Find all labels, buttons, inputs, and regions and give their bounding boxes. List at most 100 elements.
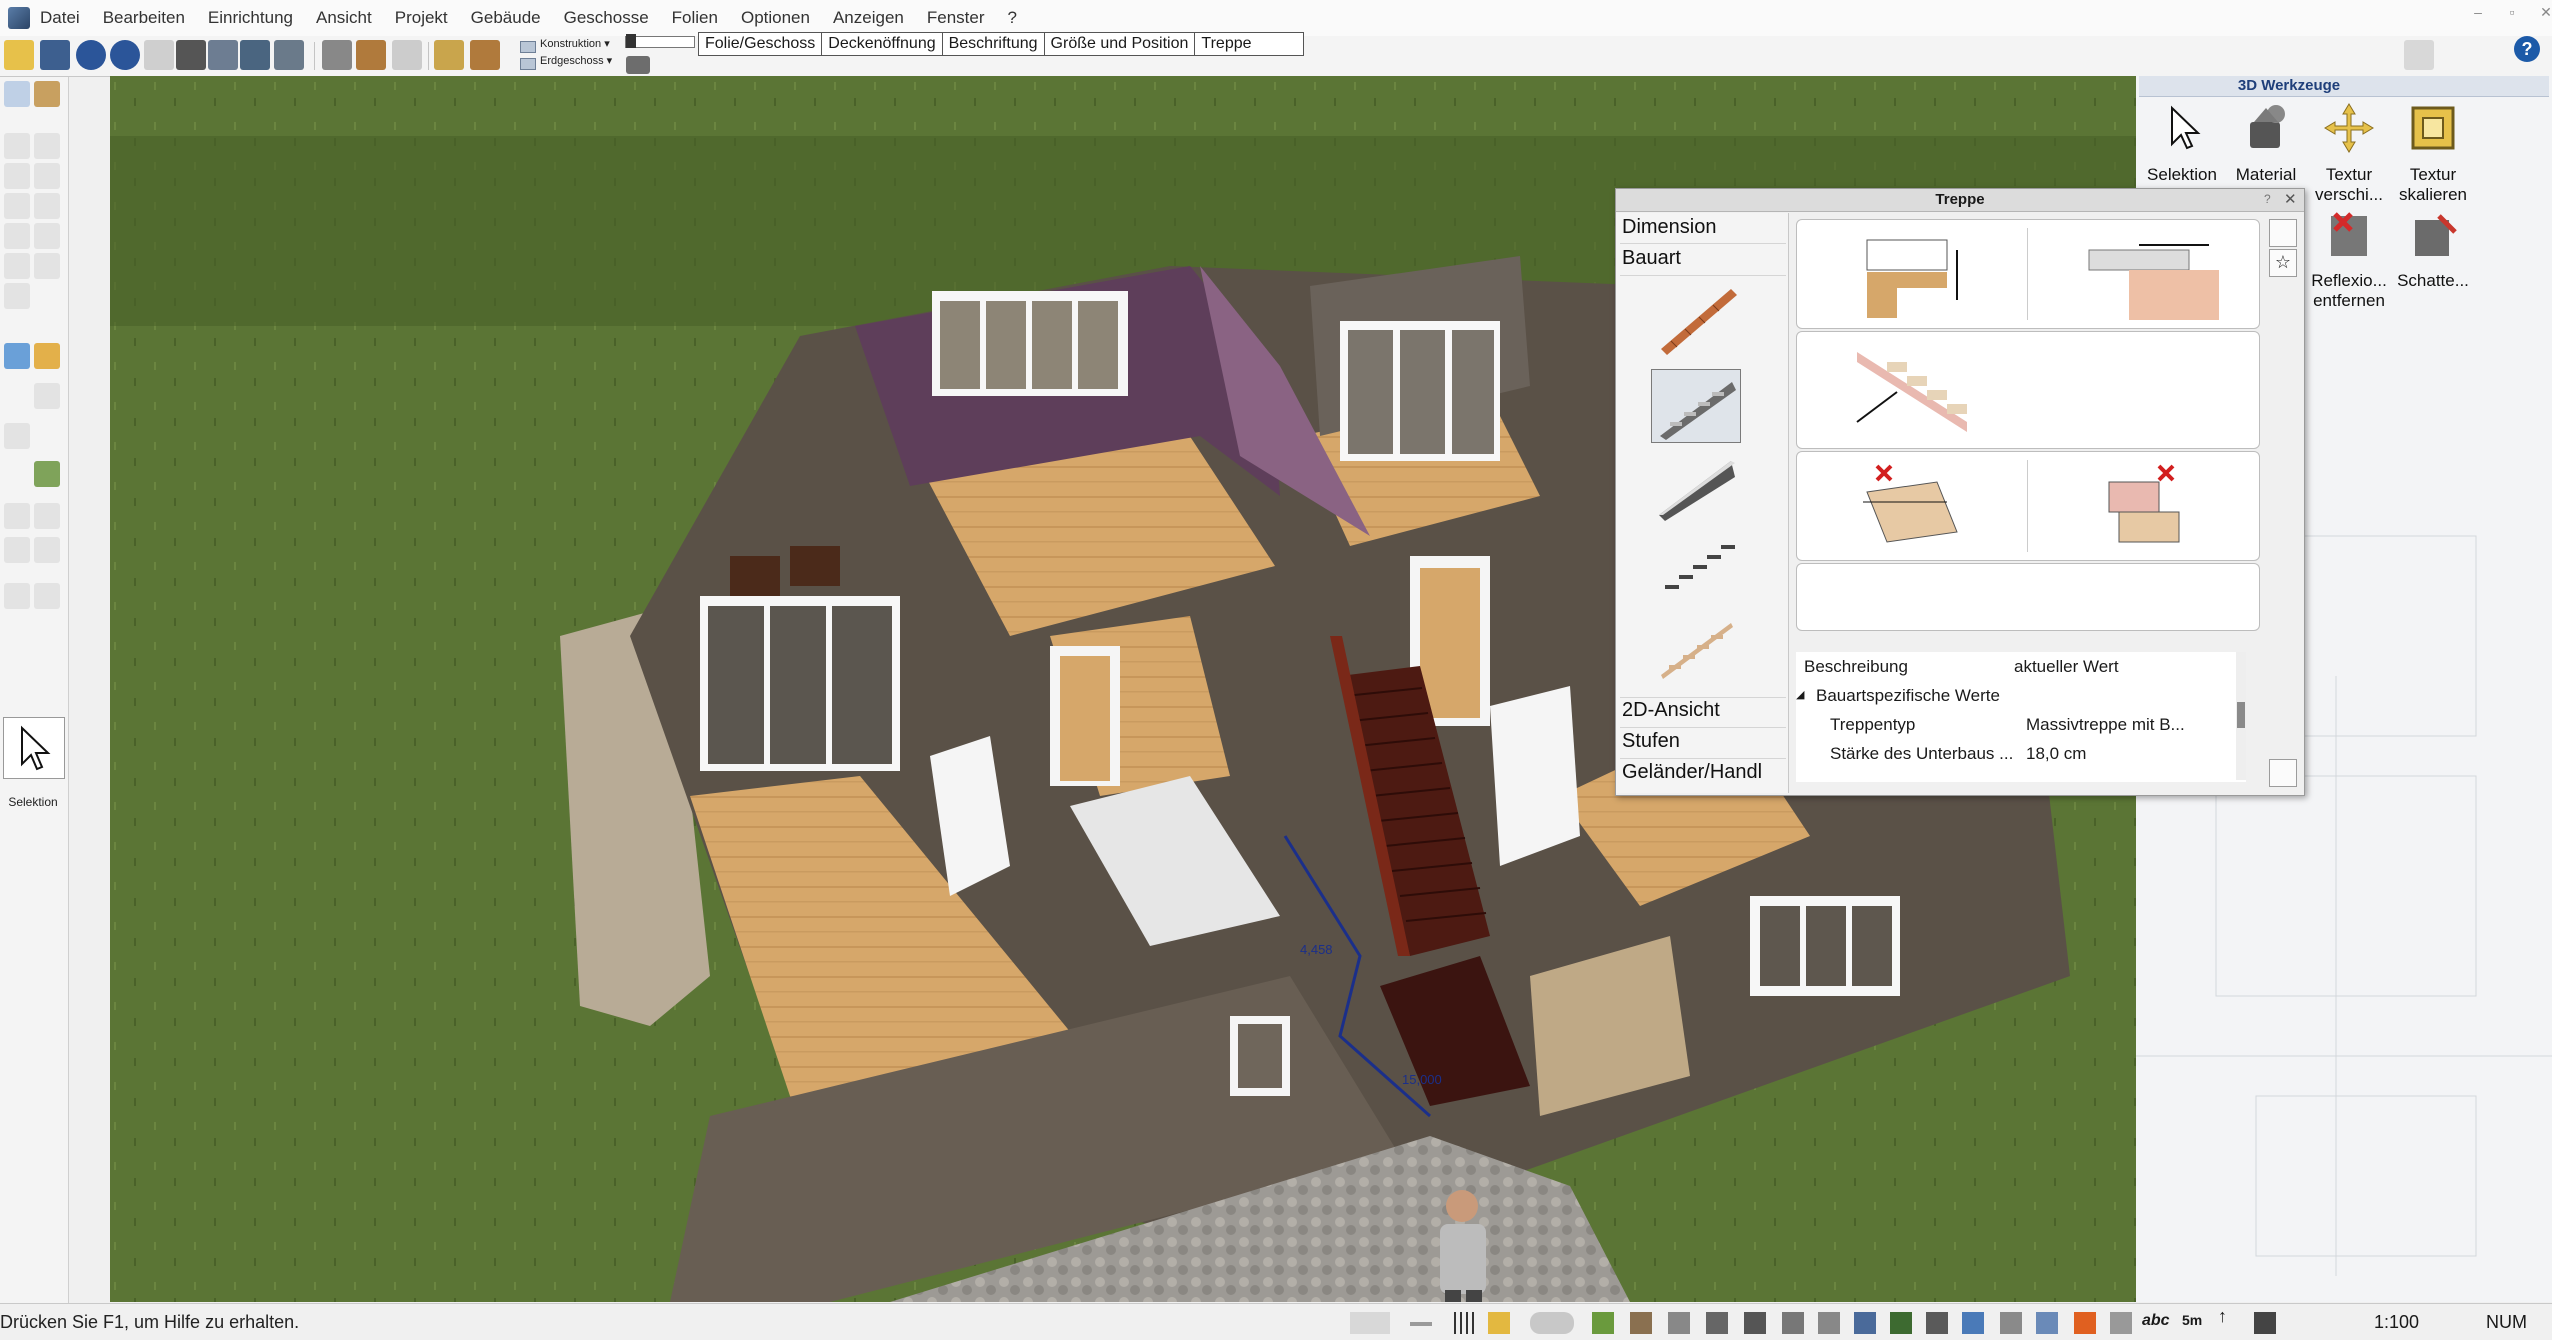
column-tool-icon[interactable] xyxy=(4,163,30,189)
furniture-tool-icon[interactable] xyxy=(4,343,30,369)
favorite-star-icon[interactable]: ☆ xyxy=(2269,249,2297,277)
layer-settings-icon[interactable] xyxy=(626,56,650,74)
dimension-tool-icon[interactable] xyxy=(4,537,30,563)
menu-anzeigen[interactable]: Anzeigen xyxy=(833,8,904,28)
line-mode-icon[interactable] xyxy=(1410,1322,1432,1326)
menu-geschosse[interactable]: Geschosse xyxy=(564,8,649,28)
step-depth-diagram-icon[interactable] xyxy=(2029,220,2259,328)
tool-reflexion-entfernen[interactable]: Reflexio... entfernen xyxy=(2306,206,2392,311)
menu-ansicht[interactable]: Ansicht xyxy=(316,8,372,28)
menu-fenster[interactable]: Fenster xyxy=(927,8,985,28)
wall-tool-2-icon[interactable] xyxy=(34,133,60,159)
dialog-help-icon[interactable]: ? xyxy=(2264,192,2271,206)
tab-deckenoeffnung[interactable]: Deckenöffnung xyxy=(821,32,943,56)
menu-folien[interactable]: Folien xyxy=(672,8,718,28)
north-arrow-icon[interactable]: ↑ xyxy=(2218,1306,2227,1327)
dialog-side-button-bottom[interactable] xyxy=(2269,759,2297,787)
roof-tool-icon[interactable] xyxy=(4,223,30,249)
image-icon[interactable] xyxy=(208,40,238,70)
property-group-row[interactable]: ◢ Bauartspezifische Werte xyxy=(1796,681,2236,710)
dimension-label-b[interactable]: 15,000 xyxy=(1402,1072,1442,1087)
book-icon[interactable] xyxy=(2404,40,2434,70)
stair-tool-icon[interactable] xyxy=(34,193,60,219)
tool-material[interactable]: Material xyxy=(2224,100,2308,185)
minimize-button[interactable]: – xyxy=(2468,4,2488,21)
text-5m-icon[interactable]: 5m xyxy=(2182,1312,2202,1328)
section-dimension[interactable]: Dimension xyxy=(1622,216,1716,239)
app-icon[interactable] xyxy=(8,7,30,29)
landing-front-diagram-icon[interactable] xyxy=(1797,452,2027,560)
stair-type-wood-icon[interactable] xyxy=(1651,283,1739,355)
open-folder-icon[interactable] xyxy=(4,40,34,70)
room-tool-icon[interactable] xyxy=(4,253,30,279)
stairs-icon[interactable] xyxy=(1818,1312,1840,1334)
property-row-unterbau[interactable]: Stärke des Unterbaus ... 18,0 cm xyxy=(1796,739,2236,768)
ceiling-tool-icon[interactable] xyxy=(34,223,60,249)
hatch-tool-icon[interactable] xyxy=(34,537,60,563)
scrollbar-thumb[interactable] xyxy=(2237,702,2245,728)
help-button[interactable]: ? xyxy=(2514,36,2540,62)
underside-thickness-diagram-icon[interactable] xyxy=(1797,332,2027,448)
stair-type-massive-icon[interactable] xyxy=(1651,449,1739,521)
menu-help[interactable]: ? xyxy=(1008,8,1017,28)
floor-tool-icon[interactable] xyxy=(34,253,60,279)
opening-tool-icon[interactable] xyxy=(4,283,30,309)
tool-selektion[interactable]: Selektion xyxy=(2140,100,2224,185)
group-tool-icon[interactable] xyxy=(4,583,30,609)
stair-type-light-wood-icon[interactable] xyxy=(1651,609,1739,681)
restore-button[interactable]: ▫ xyxy=(2502,4,2522,21)
floor-dropdown[interactable]: Erdgeschoss ▾ xyxy=(516,54,612,72)
menu-einrichtung[interactable]: Einrichtung xyxy=(208,8,293,28)
view-mode-icon[interactable] xyxy=(1350,1312,1390,1334)
tab-groesse-position[interactable]: Größe und Position xyxy=(1043,32,1196,56)
slider-thumb[interactable] xyxy=(626,34,636,48)
door-tool-icon[interactable] xyxy=(34,163,60,189)
menu-optionen[interactable]: Optionen xyxy=(741,8,810,28)
redo-icon[interactable] xyxy=(110,40,140,70)
house-3d-icon[interactable] xyxy=(356,40,386,70)
save-icon[interactable] xyxy=(40,40,70,70)
dialog-side-button-top[interactable] xyxy=(2269,219,2297,247)
footprint-icon[interactable] xyxy=(1744,1312,1766,1334)
section-gelaender[interactable]: Geländer/Handl xyxy=(1622,761,1762,784)
property-row-treppentyp[interactable]: Treppentyp Massivtreppe mit B... xyxy=(1796,710,2236,739)
property-value[interactable]: Massivtreppe mit B... xyxy=(2026,710,2185,739)
chair-icon[interactable] xyxy=(1782,1312,1804,1334)
section-icon[interactable] xyxy=(2110,1312,2132,1334)
3d-icon[interactable] xyxy=(2074,1312,2096,1334)
wall-tool-icon[interactable] xyxy=(4,133,30,159)
label-tool-icon[interactable] xyxy=(34,503,60,529)
tab-treppe[interactable]: Treppe xyxy=(1194,32,1305,56)
dimension-label-a[interactable]: 4,458 xyxy=(1300,942,1333,957)
object-tool-icon[interactable] xyxy=(34,343,60,369)
cube-icon[interactable] xyxy=(322,40,352,70)
texture-icon[interactable] xyxy=(1630,1312,1652,1334)
property-value[interactable]: 18,0 cm xyxy=(2026,739,2086,768)
tab-folie-geschoss[interactable]: Folie/Geschoss xyxy=(698,32,823,56)
hatch-icon[interactable] xyxy=(1668,1312,1690,1334)
camera-icon[interactable] xyxy=(2000,1312,2022,1334)
collapse-triangle-icon[interactable]: ◢ xyxy=(1796,681,1804,710)
undo-icon[interactable] xyxy=(76,40,106,70)
landing-side-diagram-icon[interactable] xyxy=(2029,452,2259,560)
menu-bearbeiten[interactable]: Bearbeiten xyxy=(103,8,185,28)
section-2d-ansicht[interactable]: 2D-Ansicht xyxy=(1622,699,1720,722)
stair-type-solid-icon[interactable] xyxy=(1651,369,1741,443)
grid-icon[interactable] xyxy=(392,40,422,70)
zoom-window-icon[interactable] xyxy=(274,40,304,70)
close-button[interactable]: ✕ xyxy=(2536,4,2552,21)
tool-textur-verschieben[interactable]: Textur verschi... xyxy=(2306,100,2392,205)
tool-textur-skalieren[interactable]: Textur skalieren xyxy=(2390,100,2476,205)
opacity-slider[interactable] xyxy=(625,34,695,48)
sun-icon[interactable] xyxy=(2254,1312,2276,1334)
plant-icon[interactable] xyxy=(1926,1312,1948,1334)
section-bauart[interactable]: Bauart xyxy=(1622,247,1681,270)
text-abc-icon[interactable]: abc xyxy=(2142,1312,2170,1330)
terrain-tool-icon[interactable] xyxy=(4,423,30,449)
person-icon[interactable] xyxy=(1854,1312,1876,1334)
tool-schatten[interactable]: Schatte... xyxy=(2390,206,2476,291)
menu-datei[interactable]: Datei xyxy=(40,8,80,28)
section-stufen[interactable]: Stufen xyxy=(1622,730,1680,753)
landscape-tool-icon[interactable] xyxy=(34,461,60,487)
terrain-icon[interactable] xyxy=(1592,1312,1614,1334)
